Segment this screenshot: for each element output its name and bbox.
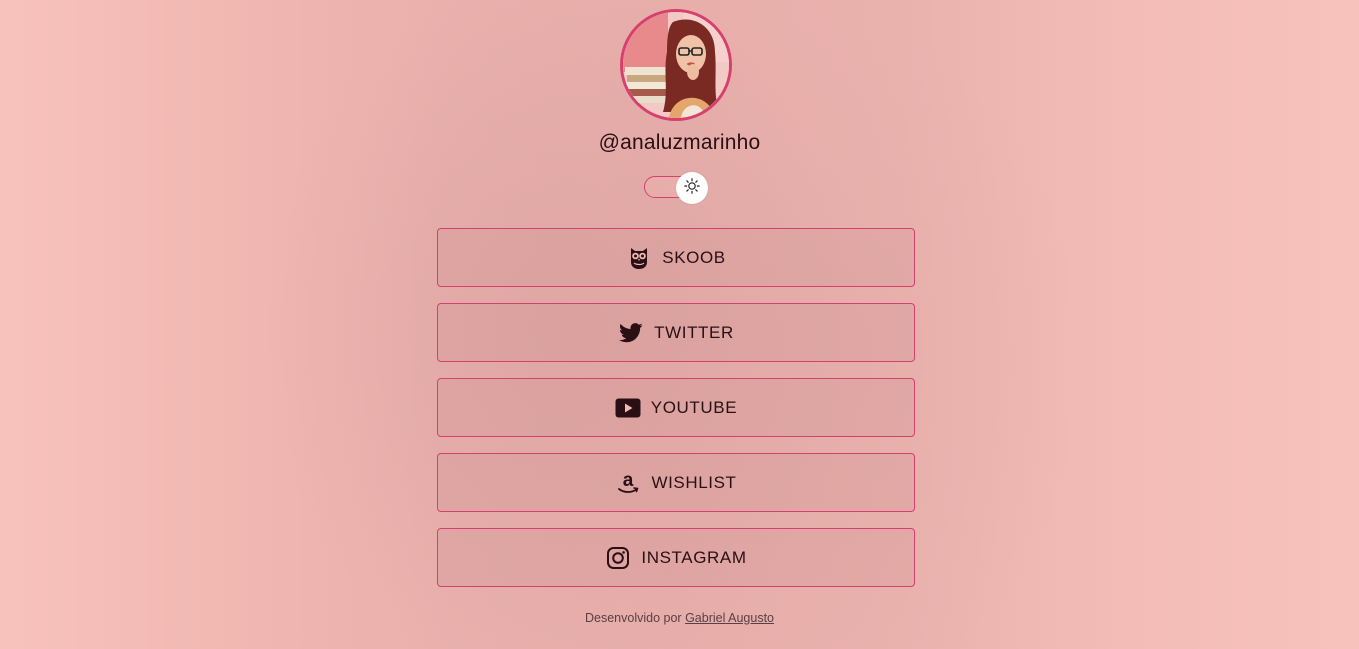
link-skoob[interactable]: SKOOB <box>437 228 915 287</box>
sun-icon <box>684 177 700 199</box>
footer: Desenvolvido por Gabriel Augusto <box>0 611 1359 625</box>
link-label: WISHLIST <box>651 472 737 492</box>
link-label: YOUTUBE <box>650 397 738 417</box>
footer-author-link[interactable]: Gabriel Augusto <box>685 611 774 625</box>
link-wishlist[interactable]: a WISHLIST <box>437 453 915 512</box>
twitter-bird-icon <box>618 320 644 346</box>
youtube-play-icon <box>615 395 641 421</box>
link-twitter[interactable]: TWITTER <box>437 303 915 362</box>
amazon-icon: a <box>615 470 641 496</box>
svg-text:a: a <box>623 470 634 491</box>
instagram-icon <box>605 545 631 571</box>
theme-toggle-knob[interactable] <box>676 172 708 204</box>
profile-page: @analuzmarinho SKOOB TWITTER YOUTUBE a W… <box>0 0 1359 649</box>
owl-icon <box>626 245 652 271</box>
username: @analuzmarinho <box>598 131 761 154</box>
link-instagram[interactable]: INSTAGRAM <box>437 528 915 587</box>
link-label: TWITTER <box>654 322 734 342</box>
link-youtube[interactable]: YOUTUBE <box>437 378 915 437</box>
link-label: INSTAGRAM <box>641 547 747 567</box>
avatar <box>620 9 732 121</box>
links-list: SKOOB TWITTER YOUTUBE a WISHLIST INSTAGR… <box>437 228 915 603</box>
link-label: SKOOB <box>662 247 726 267</box>
footer-prefix: Desenvolvido por <box>584 611 682 625</box>
